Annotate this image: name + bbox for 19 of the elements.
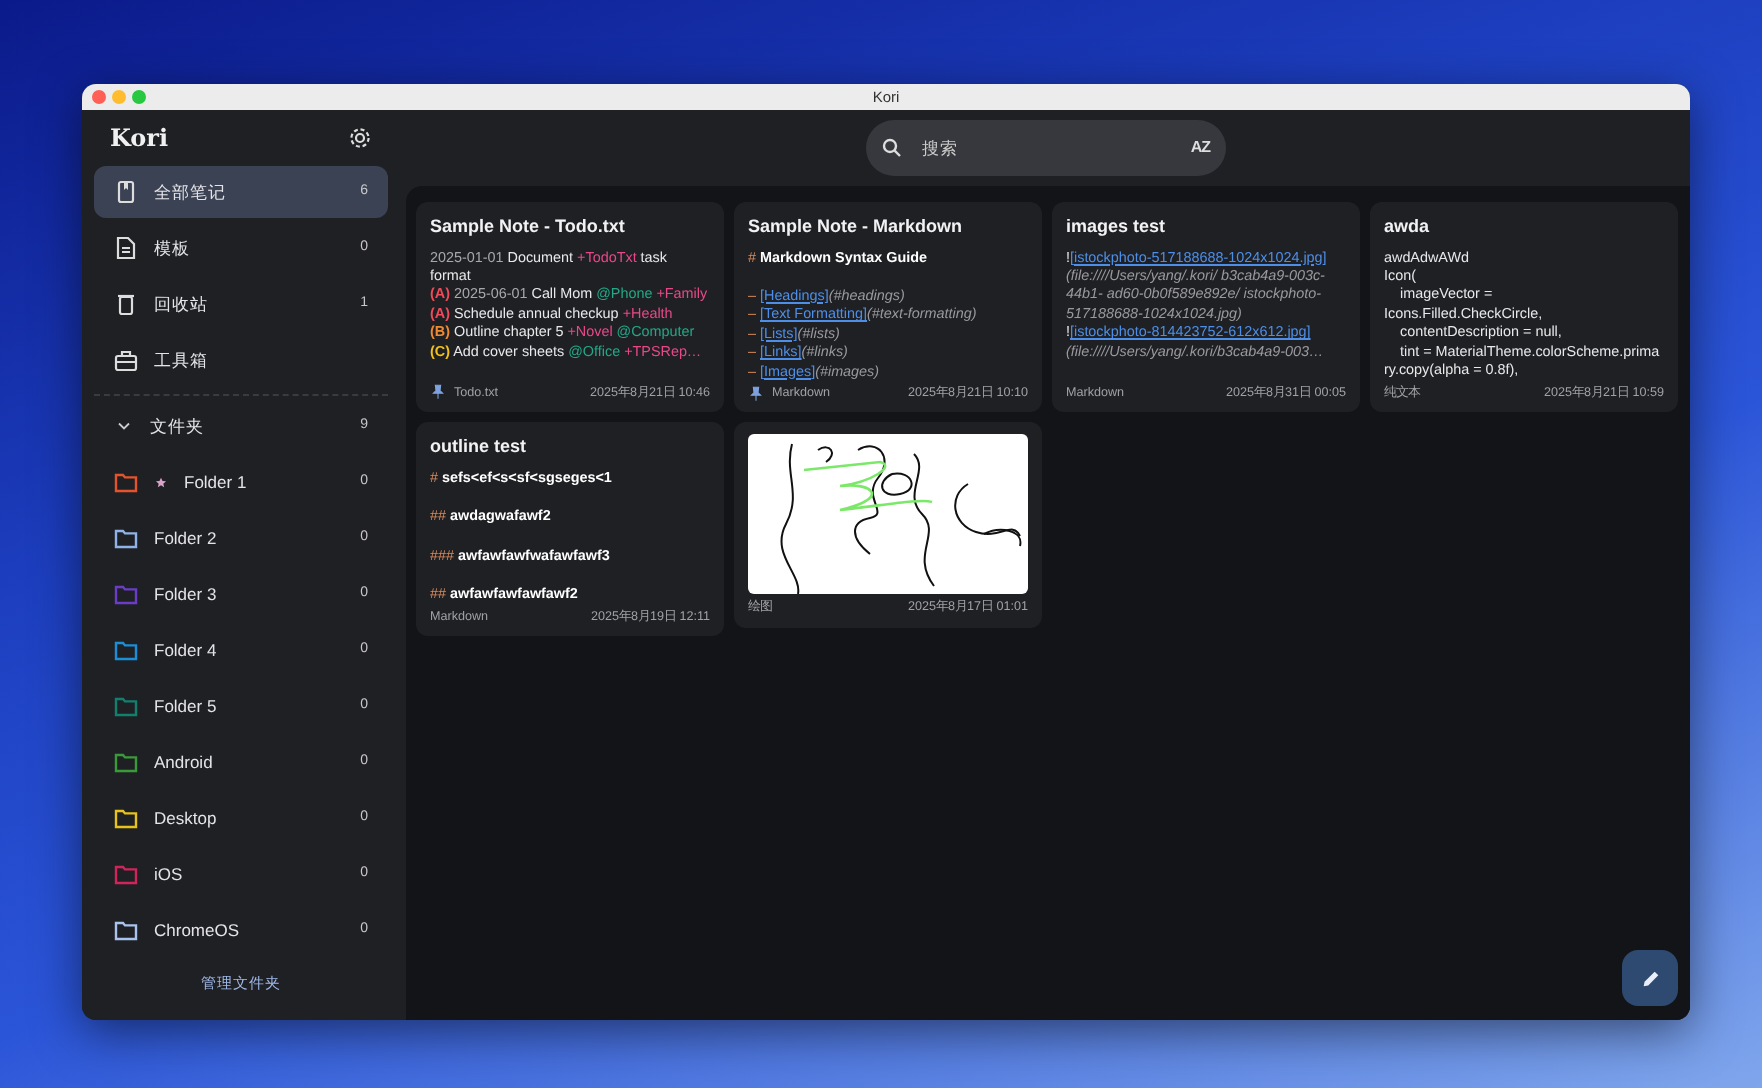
close-icon[interactable] <box>92 90 106 104</box>
nav-item[interactable]: 工具箱 <box>94 334 388 386</box>
notebook-icon <box>114 180 138 204</box>
app-name: Kori <box>110 122 169 156</box>
toolbox-icon <box>114 348 138 372</box>
note-title: images test <box>1066 214 1168 240</box>
settings-icon <box>348 126 372 150</box>
document-icon <box>114 236 138 260</box>
note-title: Sample Note - Markdown <box>748 214 965 240</box>
note-title: awda <box>1384 214 1432 240</box>
note-title: outline test <box>430 434 529 461</box>
note-card[interactable] <box>416 202 724 412</box>
search-icon <box>882 138 902 158</box>
sort-button[interactable]: AZ <box>1190 136 1210 160</box>
new-note-button[interactable] <box>1622 950 1678 1006</box>
search-field[interactable]: 搜索 AZ <box>866 120 1226 176</box>
note-title: Sample Note - Todo.txt <box>430 214 627 240</box>
trash-icon <box>114 292 138 316</box>
pencil-icon <box>1639 967 1661 989</box>
